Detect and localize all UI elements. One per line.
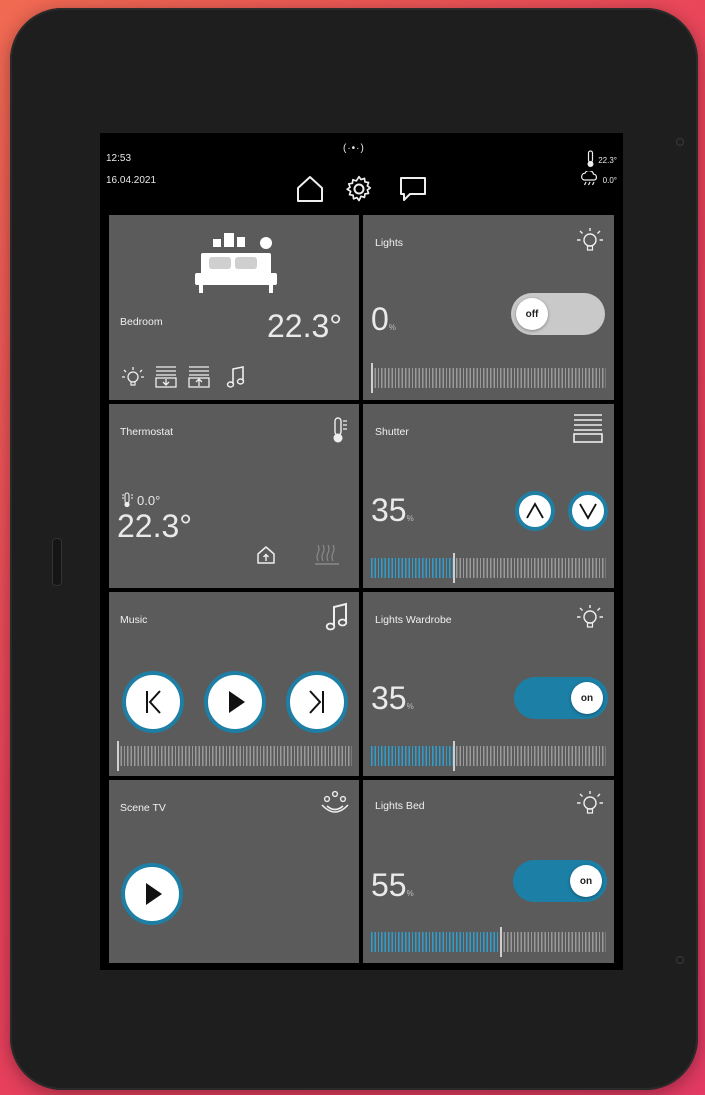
shutter-value: 35% [371,492,414,528]
music-label: Music [120,614,148,626]
play-icon [229,691,245,713]
chevron-down-icon [579,503,597,520]
bedroom-tile[interactable]: Bedroom 22.3° [109,215,359,400]
lights-bed-label: Lights Bed [375,800,425,812]
rain-amount-value: 0.0° [602,175,617,185]
floor-heating-icon[interactable] [314,543,340,572]
lights-wardrobe-toggle[interactable]: on [514,677,608,719]
lights-bed-tile[interactable]: Lights Bed 55% on [363,780,614,963]
toggle-state: on [580,692,594,704]
shutter-icon [572,412,604,449]
shutter-up-button[interactable] [515,491,555,531]
clock-time: 12:53 [106,153,132,164]
side-button [52,538,62,586]
thermostat-tile[interactable]: Thermostat 0.0° 22.3° [109,404,359,588]
previous-track-button[interactable] [122,671,184,733]
lights-wardrobe-label: Lights Wardrobe [375,614,452,626]
lights-label: Lights [375,237,404,249]
bulb-icon [576,227,604,260]
lights-wardrobe-dimmer-slider[interactable] [371,741,606,771]
lights-bed-toggle[interactable]: on [513,860,607,902]
status-bar: 12:53 16.04.2021 (·•·) 22.3° 0.0° [100,133,623,213]
scene-play-button[interactable] [121,863,183,925]
slider-knob[interactable] [453,741,455,771]
toggle-state: off [525,308,539,320]
bulb-icon[interactable] [121,366,145,393]
sensor-dot [676,138,684,146]
shutter-up-icon[interactable] [187,365,211,394]
thermometer-icon [331,416,349,449]
music-note-icon[interactable] [226,365,246,394]
shutter-tile[interactable]: Shutter 35% [363,404,614,588]
slider-fill [371,558,453,578]
thermostat-setpoint: 22.3° [117,508,193,544]
rain-cloud-icon [580,169,600,189]
shutter-down-icon[interactable] [154,365,178,394]
slider-fill [371,932,500,952]
slider-knob[interactable] [117,741,119,771]
next-track-button[interactable] [286,671,348,733]
skip-back-icon [146,690,161,714]
slider-knob[interactable] [500,927,502,957]
gear-icon[interactable] [345,175,373,208]
lights-value: 0% [371,301,396,337]
shutter-down-button[interactable] [568,491,608,531]
chevron-up-icon [526,502,544,519]
lights-dimmer-slider[interactable] [371,363,606,393]
music-note-icon [325,602,349,637]
lights-bed-dimmer-slider[interactable] [371,927,606,957]
toggle-thumb: off [516,298,548,330]
toggle-thumb: on [571,682,603,714]
network-status-icon: (·•·) [343,143,365,154]
rain-amount: 0.0° [580,169,617,189]
thermostat-current: 0.0° [121,492,160,508]
scene-icon [319,790,351,827]
outdoor-temperature: 22.3° [586,150,617,170]
lights-bed-value: 55% [371,867,414,903]
music-tile[interactable]: Music [109,592,359,776]
outdoor-temperature-value: 22.3° [598,155,617,165]
play-button[interactable] [204,671,266,733]
bedroom-temperature: 22.3° [267,308,343,344]
clock-date: 16.04.2021 [106,175,157,186]
scene-tv-tile[interactable]: Scene TV [109,780,359,963]
shutter-position-slider[interactable] [371,553,606,583]
bedroom-shortcuts [121,365,246,394]
lights-wardrobe-value: 35% [371,680,414,716]
play-icon [146,883,162,905]
lights-tile[interactable]: Lights 0% off [363,215,614,400]
message-icon[interactable] [398,175,428,208]
thermostat-label: Thermostat [120,426,174,438]
toggle-thumb: on [570,865,602,897]
lights-wardrobe-tile[interactable]: Lights Wardrobe 35% on [363,592,614,776]
bulb-icon [576,604,604,637]
lights-toggle[interactable]: off [511,293,605,335]
shutter-label: Shutter [375,426,409,438]
thermostat-current-value: 0.0° [137,492,161,508]
bedroom-icon [191,229,286,304]
volume-slider[interactable] [117,741,352,771]
slider-knob[interactable] [453,553,455,583]
thermometer-small-icon [122,492,133,508]
scene-tv-label: Scene TV [120,802,166,814]
home-arrow-icon[interactable] [255,545,277,570]
home-icon[interactable] [295,175,325,208]
slider-knob[interactable] [371,363,373,393]
touch-screen: 12:53 16.04.2021 (·•·) 22.3° 0.0° Bedroo… [100,133,623,970]
slider-fill [371,746,453,766]
skip-forward-icon [309,690,324,714]
bulb-icon [576,790,604,823]
thermometer-icon [586,150,595,170]
toggle-state: on [579,875,593,887]
sensor-dot [676,956,684,964]
bedroom-label: Bedroom [120,316,163,328]
